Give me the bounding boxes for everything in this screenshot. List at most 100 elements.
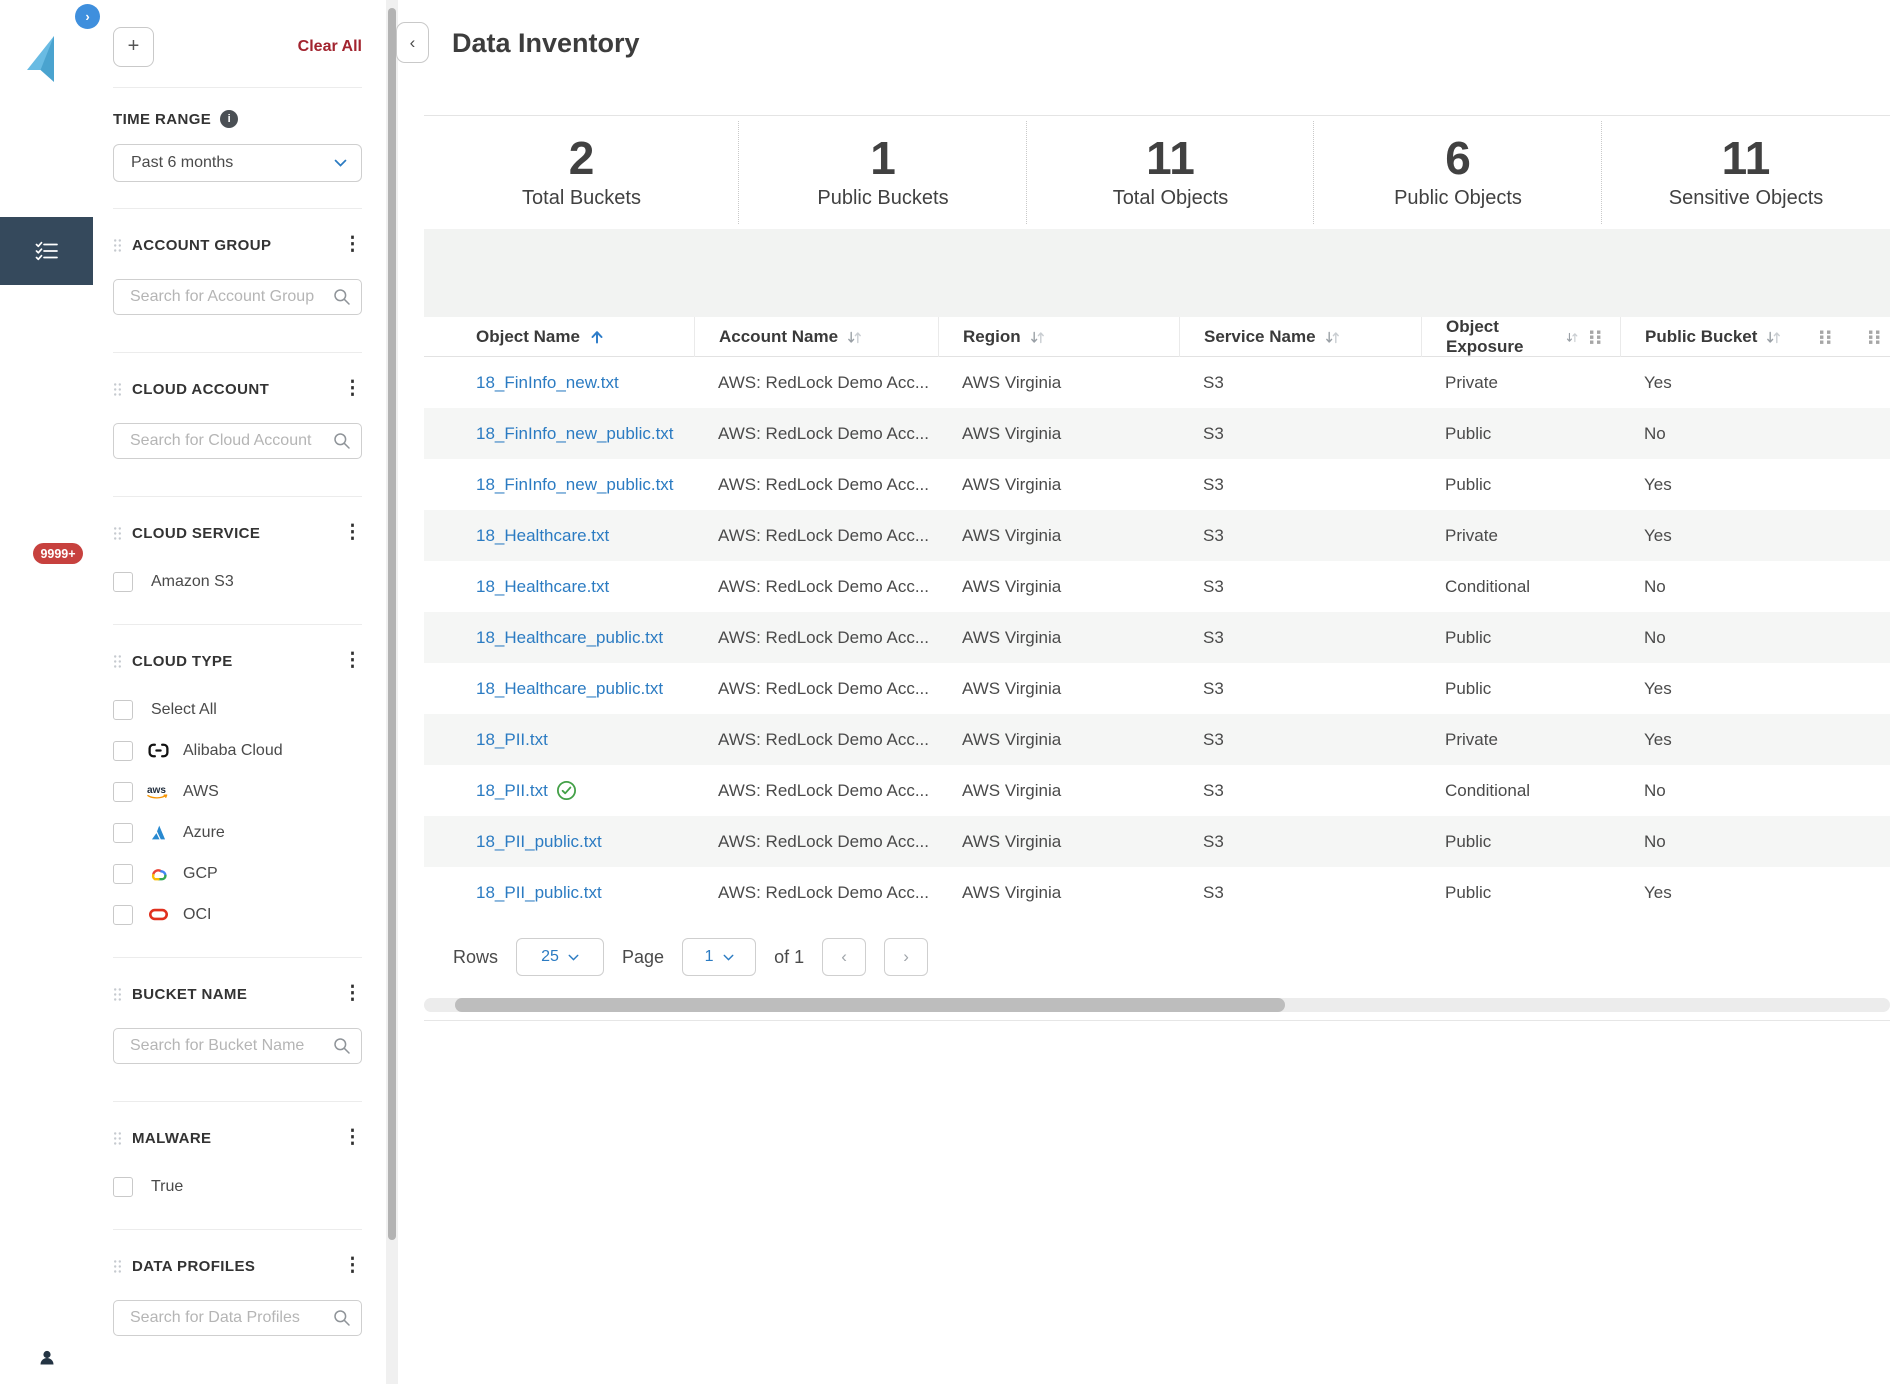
- filter-option-amazon-s3[interactable]: Amazon S3: [113, 561, 362, 602]
- expand-panel-badge[interactable]: ›: [75, 4, 100, 29]
- filter-section-data-profiles: DATA PROFILES ⋮ Select All: [113, 1229, 362, 1384]
- kebab-menu-icon[interactable]: ⋮: [343, 382, 362, 396]
- column-drag-handle-icon[interactable]: [1817, 328, 1834, 346]
- time-range-filter: TIME RANGE i Past 6 months: [113, 87, 362, 208]
- page-select[interactable]: 1: [682, 938, 756, 976]
- collapse-filter-panel-button[interactable]: ‹: [396, 22, 429, 63]
- prisma-logo-icon: [27, 36, 67, 82]
- drag-handle-icon[interactable]: [113, 1259, 122, 1274]
- filter-search-input[interactable]: [113, 1300, 362, 1336]
- object-name-link[interactable]: 18_FinInfo_new_public.txt: [476, 475, 674, 495]
- cell-service-name: S3: [1179, 357, 1421, 408]
- cell-object-name: 18_Healthcare.txt: [424, 561, 694, 612]
- filter-search-input[interactable]: [113, 423, 362, 459]
- drag-handle-icon[interactable]: [113, 987, 122, 1002]
- object-name-link[interactable]: 18_Healthcare_public.txt: [476, 628, 663, 648]
- object-name-link[interactable]: 18_FinInfo_new.txt: [476, 373, 619, 393]
- add-filter-button[interactable]: +: [113, 27, 154, 67]
- object-name-link[interactable]: 18_Healthcare.txt: [476, 577, 609, 597]
- checkbox[interactable]: [113, 700, 133, 720]
- sidebar-item-support[interactable]: [0, 1253, 93, 1321]
- sidebar-item-profile[interactable]: [0, 1323, 93, 1384]
- column-header-region[interactable]: Region: [938, 317, 1179, 357]
- filter-option-gcp[interactable]: GCP: [113, 853, 362, 894]
- clear-all-filters-link[interactable]: Clear All: [298, 38, 362, 56]
- column-label: Region: [963, 327, 1021, 347]
- key-icon: [33, 1203, 61, 1231]
- drag-handle-icon[interactable]: [113, 526, 122, 541]
- sidebar-item-dashboard[interactable]: [0, 136, 93, 204]
- drag-handle-icon[interactable]: [113, 238, 122, 253]
- kebab-menu-icon[interactable]: ⋮: [343, 654, 362, 668]
- cell-object-exposure: Public: [1421, 867, 1620, 918]
- alerts-icon: [33, 571, 61, 599]
- kebab-menu-icon[interactable]: ⋮: [343, 1259, 362, 1273]
- object-name-link[interactable]: 18_PII_public.txt: [476, 883, 602, 903]
- filter-option-azure[interactable]: Azure: [113, 812, 362, 853]
- checkbox[interactable]: [113, 782, 133, 802]
- object-name-link[interactable]: 18_PII.txt: [476, 730, 548, 750]
- scrollbar-thumb[interactable]: [455, 998, 1285, 1012]
- filter-search-input[interactable]: [113, 1028, 362, 1064]
- cell-extra: [1850, 714, 1890, 765]
- checkbox[interactable]: [113, 1177, 133, 1197]
- sidebar-item-network[interactable]: [0, 716, 93, 784]
- filter-option-alibaba-cloud[interactable]: Alibaba Cloud: [113, 730, 362, 771]
- scrollbar-thumb[interactable]: [388, 8, 396, 1240]
- column-drag-handle-icon[interactable]: [1587, 328, 1604, 346]
- filter-section-cloud-service: CLOUD SERVICE ⋮ Amazon S3: [113, 496, 362, 624]
- filter-option-true[interactable]: True: [113, 1166, 362, 1207]
- time-range-select[interactable]: Past 6 months: [113, 144, 362, 182]
- cell-region: AWS Virginia: [938, 561, 1179, 612]
- filter-option-select-all[interactable]: Select All: [113, 689, 362, 730]
- filter-search-input[interactable]: [113, 279, 362, 315]
- drag-handle-icon[interactable]: [113, 654, 122, 669]
- filter-option-oci[interactable]: OCI: [113, 894, 362, 935]
- column-drag-handle-icon[interactable]: [1866, 328, 1883, 346]
- info-icon[interactable]: i: [220, 110, 238, 128]
- page-value: 1: [705, 948, 714, 966]
- column-header-account-name[interactable]: Account Name: [694, 317, 938, 357]
- sidebar-item-compliance[interactable]: [0, 384, 93, 452]
- sidebar-item-search[interactable]: [0, 300, 93, 368]
- object-name-link[interactable]: 18_PII.txt: [476, 781, 548, 801]
- object-name-link[interactable]: 18_Healthcare.txt: [476, 526, 609, 546]
- cell-region: AWS Virginia: [938, 408, 1179, 459]
- object-name-link[interactable]: 18_FinInfo_new_public.txt: [476, 424, 674, 444]
- column-header-extra[interactable]: [1850, 317, 1890, 357]
- checkbox[interactable]: [113, 864, 133, 884]
- profile-icon: [33, 1343, 61, 1371]
- checkbox[interactable]: [113, 905, 133, 925]
- next-page-button[interactable]: ›: [884, 938, 928, 976]
- cell-region: AWS Virginia: [938, 867, 1179, 918]
- object-name-link[interactable]: 18_Healthcare_public.txt: [476, 679, 663, 699]
- sidebar-item-settings[interactable]: [0, 799, 93, 867]
- column-header-object-exposure[interactable]: Object Exposure: [1421, 317, 1620, 357]
- checkbox[interactable]: [113, 741, 133, 761]
- kebab-menu-icon[interactable]: ⋮: [343, 238, 362, 252]
- report-check-icon: [33, 486, 61, 514]
- object-name-link[interactable]: 18_PII_public.txt: [476, 832, 602, 852]
- column-header-service-name[interactable]: Service Name: [1179, 317, 1421, 357]
- column-header-object-name[interactable]: Object Name: [424, 317, 694, 357]
- rows-per-page-select[interactable]: 25: [516, 938, 604, 976]
- column-header-public-bucket[interactable]: Public Bucket: [1620, 317, 1850, 357]
- sidebar-item-reports[interactable]: [0, 466, 93, 534]
- cell-object-exposure: Public: [1421, 663, 1620, 714]
- kebab-menu-icon[interactable]: ⋮: [343, 1131, 362, 1145]
- cell-object-name: 18_PII_public.txt: [424, 816, 694, 867]
- kebab-menu-icon[interactable]: ⋮: [343, 987, 362, 1001]
- filter-option-aws[interactable]: awsAWS: [113, 771, 362, 812]
- checkbox[interactable]: [113, 572, 133, 592]
- sidebar-item-inventory[interactable]: [0, 217, 93, 285]
- kebab-menu-icon[interactable]: ⋮: [343, 526, 362, 540]
- sort-icon: [847, 330, 862, 345]
- previous-page-button[interactable]: ‹: [822, 938, 866, 976]
- checkbox[interactable]: [113, 823, 133, 843]
- sidebar-item-access-keys[interactable]: [0, 1183, 93, 1251]
- drag-handle-icon[interactable]: [113, 1131, 122, 1146]
- drag-handle-icon[interactable]: [113, 382, 122, 397]
- shield-check-icon: [33, 404, 61, 432]
- sidebar-item-compute[interactable]: [0, 633, 93, 701]
- cell-object-exposure: Private: [1421, 714, 1620, 765]
